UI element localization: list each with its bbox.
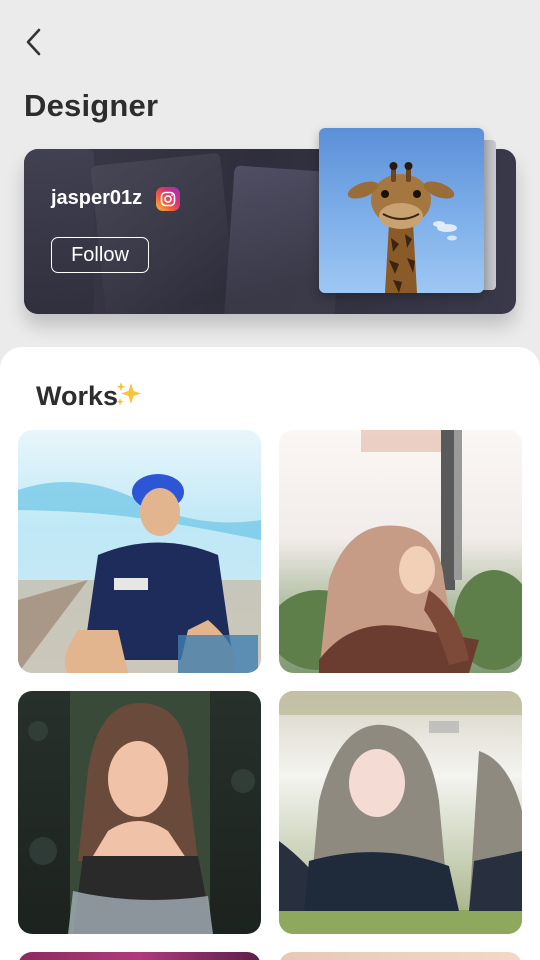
work-thumbnail[interactable]	[279, 691, 522, 934]
work-thumbnail[interactable]	[18, 691, 261, 934]
card-background-photo	[90, 152, 236, 314]
sparkles-icon	[114, 379, 144, 414]
works-title: Works	[36, 381, 119, 411]
giraffe-photo[interactable]	[319, 128, 484, 293]
follow-button[interactable]: Follow	[51, 237, 149, 273]
work-thumbnail[interactable]	[18, 952, 261, 960]
back-button[interactable]	[18, 24, 50, 60]
page-title: Designer	[24, 88, 159, 123]
card-background-photo	[24, 149, 94, 314]
instagram-icon[interactable]	[156, 187, 180, 211]
designer-username: jasper01z	[51, 187, 143, 209]
work-thumbnail[interactable]	[279, 430, 522, 673]
work-thumbnail[interactable]	[279, 952, 522, 960]
works-panel: Works	[0, 347, 540, 960]
work-thumbnail[interactable]	[18, 430, 261, 673]
chevron-left-icon	[26, 28, 41, 56]
